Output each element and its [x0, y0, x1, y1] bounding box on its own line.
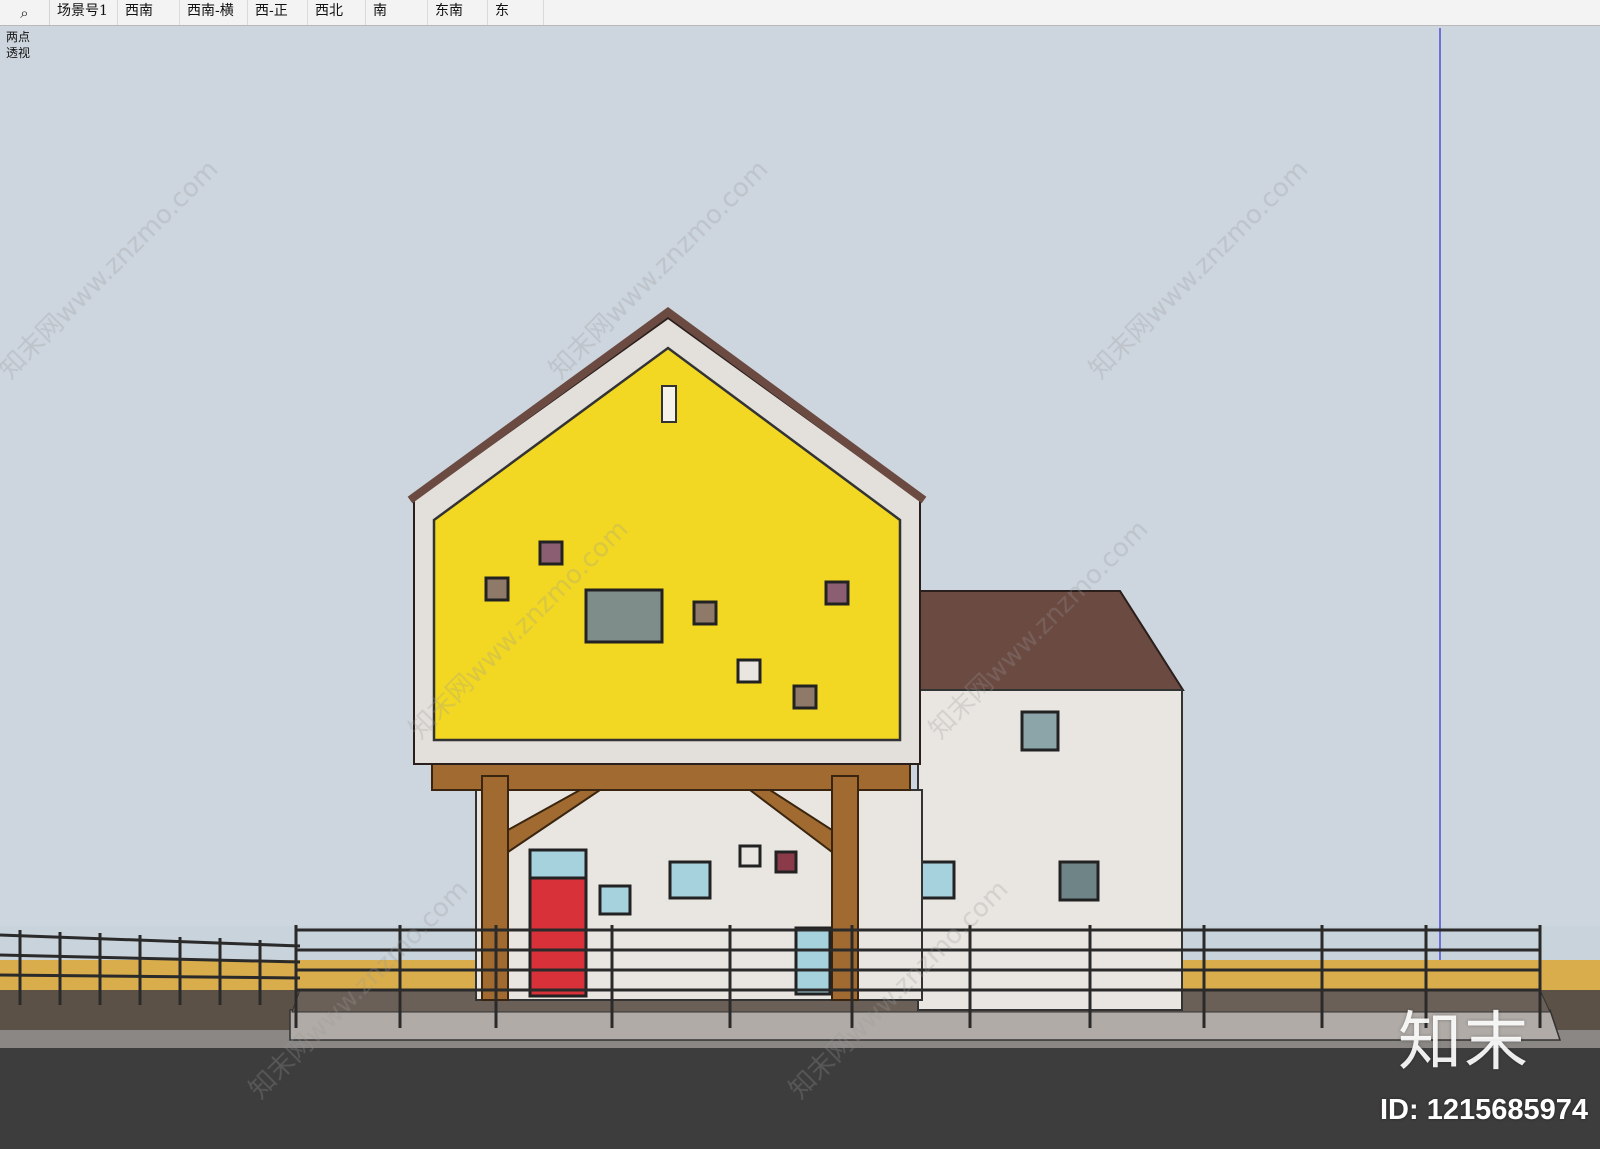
scene-tab-southwest-horizontal[interactable]: 西南-横: [180, 0, 248, 25]
rear-window-left: [916, 860, 956, 900]
scene-tab-1[interactable]: 场景号1: [50, 0, 118, 25]
gable-small-window-2: [484, 576, 510, 602]
ground-window-2: [738, 844, 762, 868]
scene-tab-east[interactable]: 东: [488, 0, 544, 25]
scene-tab-bar: ⌕ 场景号1 西南 西南-横 西-正 西北 南 东南 东: [0, 0, 1600, 26]
entry-door: [528, 876, 588, 998]
gable-top-vent: [661, 385, 677, 423]
entry-door-transom: [528, 848, 588, 880]
gable-small-window-3: [692, 600, 718, 626]
gable-small-window-1: [538, 540, 564, 566]
model-viewport[interactable]: 知末网www.znzmo.com 知末网www.znzmo.com 知末网www…: [0, 26, 1600, 1149]
plaza-base: [289, 1009, 1562, 1041]
brand-logo: 知末: [1398, 1006, 1530, 1080]
rear-upper-window: [1020, 710, 1060, 752]
search-icon[interactable]: ⌕: [0, 0, 50, 25]
door-side-window: [598, 884, 632, 916]
scene-tab-west-front[interactable]: 西-正: [248, 0, 308, 25]
ground-window-3: [774, 850, 798, 874]
gable-main-window: [584, 588, 664, 644]
scene-tab-northwest[interactable]: 西北: [308, 0, 366, 25]
timber-post-right: [831, 775, 859, 1001]
image-id-label: ID: 1215685974: [1380, 1094, 1588, 1126]
gable-small-window-6: [792, 684, 818, 710]
scene-tab-southwest[interactable]: 西南: [118, 0, 180, 25]
scene-tab-south[interactable]: 南: [366, 0, 428, 25]
gable-small-window-5: [736, 658, 762, 684]
scene-tab-southeast[interactable]: 东南: [428, 0, 488, 25]
ground-window-1: [668, 860, 712, 900]
camera-mode-label: 两点透视: [6, 30, 31, 60]
ground-glass-door: [794, 926, 832, 996]
gable-small-window-4: [824, 580, 850, 606]
rear-window-right: [1058, 860, 1100, 902]
